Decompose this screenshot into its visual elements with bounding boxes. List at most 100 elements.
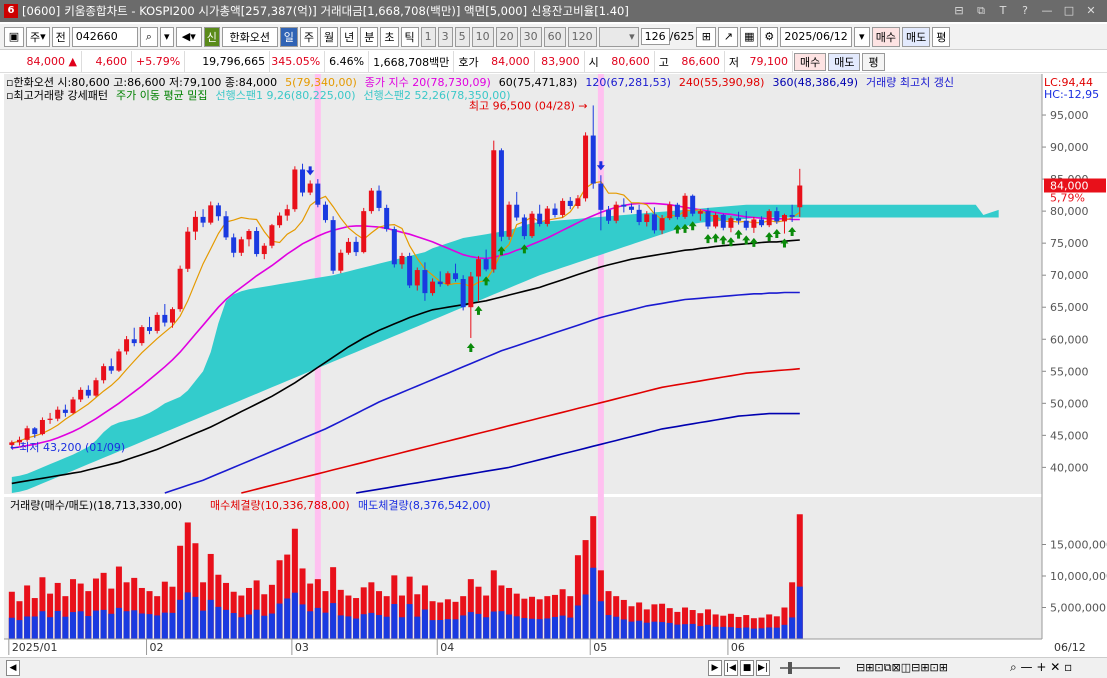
chart-settings-icon[interactable]: ▣ <box>4 26 24 47</box>
candle <box>338 249 344 274</box>
period-year[interactable]: 년 <box>340 26 359 47</box>
candle-body <box>521 217 527 237</box>
volume-sell-bar <box>177 599 184 639</box>
volume-sell-bar <box>314 607 321 639</box>
volume-bar <box>704 609 711 639</box>
candle-body <box>47 418 53 420</box>
change-percent: +5.79% <box>132 51 186 72</box>
credit-badge[interactable]: 신 <box>203 26 220 47</box>
volume-sell-bar <box>666 622 673 639</box>
last-page-button[interactable]: ▶| <box>756 660 770 676</box>
volume-sell-bar <box>70 612 77 639</box>
volume-tick-label: 15,000,000 <box>1050 539 1107 552</box>
candle-body <box>261 245 267 255</box>
calendar-icon[interactable]: ▾ <box>853 26 870 47</box>
period-day[interactable]: 일 <box>279 26 298 47</box>
minute-30[interactable]: 30 <box>519 26 542 47</box>
quote-buy-button[interactable]: 매수 <box>793 52 827 71</box>
speaker-icon[interactable]: ◀▾ <box>175 26 202 47</box>
volume-sell-bar <box>467 612 474 639</box>
minute-60[interactable]: 60 <box>543 26 566 47</box>
link-icon[interactable]: ⊟ <box>949 4 969 18</box>
help-icon[interactable]: ? <box>1015 4 1035 18</box>
volume-bar <box>689 610 696 639</box>
minute-custom-select[interactable]: ▾ <box>598 26 639 47</box>
volume-sell-bar <box>31 616 38 639</box>
current-price: 84,000 ▲ <box>0 51 82 72</box>
trade-amount: 1,668,708백만 <box>369 51 455 72</box>
minute-20[interactable]: 20 <box>495 26 518 47</box>
candle-body <box>575 198 581 206</box>
date-input[interactable]: 2025/06/12 <box>780 26 852 47</box>
minute-120[interactable]: 120 <box>567 26 597 47</box>
period-minute[interactable]: 분 <box>360 26 379 47</box>
volume-sell-bar <box>513 616 520 639</box>
period-week[interactable]: 주 <box>299 26 319 47</box>
stock-code-input[interactable]: 042660 <box>71 26 138 47</box>
eval-button[interactable]: 평 <box>932 26 951 47</box>
zoom-icon[interactable]: ⌕ — + ✕ ▫ <box>1010 660 1072 675</box>
stop-button[interactable]: ■ <box>740 660 754 676</box>
candle <box>154 312 160 334</box>
candle-body <box>674 204 680 217</box>
price-change: 4,600 <box>82 51 132 72</box>
zoom-thumb[interactable] <box>788 662 792 674</box>
close-icon[interactable]: ✕ <box>1081 4 1101 18</box>
buy-button[interactable]: 매수 <box>871 26 901 47</box>
volume-bar <box>299 568 306 639</box>
copy-window-icon[interactable]: ⧉ <box>971 4 991 18</box>
volume-bar <box>337 589 344 639</box>
minute-5[interactable]: 5 <box>454 26 470 47</box>
volume-bar <box>421 585 428 639</box>
volume-bar <box>245 587 252 639</box>
stock-code-dropdown[interactable]: ▾ <box>159 26 174 47</box>
gear-icon[interactable]: ⚙ <box>760 26 779 47</box>
volume-bar <box>62 596 69 639</box>
layout-icon[interactable]: ⊟⊞⊡⧉⊠◫⊟⊞⊡⊞ <box>856 661 948 675</box>
volume-bar <box>207 553 214 639</box>
scroll-left-button[interactable]: ◀ <box>6 660 20 676</box>
scroll-right-button[interactable]: ▶ <box>708 660 722 676</box>
indicator-icon[interactable]: ⊞ <box>696 26 717 47</box>
candle <box>70 396 76 415</box>
volume-bar <box>276 560 283 639</box>
maximize-icon[interactable]: □ <box>1059 4 1079 18</box>
market-type-select[interactable]: 주 ▾ <box>26 26 50 47</box>
candle-body <box>307 183 313 193</box>
bar-count-input[interactable]: 126/625 <box>640 27 694 47</box>
minute-3[interactable]: 3 <box>437 26 453 47</box>
volume-bar <box>475 586 482 639</box>
draw-tool-icon[interactable]: ↗ <box>718 26 739 47</box>
period-month[interactable]: 월 <box>320 26 339 47</box>
volume-sell-bar <box>345 616 352 639</box>
price-chart[interactable]: 최고 96,500 (04/28) →←최저 43,200 (01/09) 95… <box>0 73 1107 657</box>
period-tick[interactable]: 틱 <box>400 26 419 47</box>
bottom-scrollbar[interactable]: ◀ ▶ |◀ ■ ▶| ⊟⊞⊡⧉⊠◫⊟⊞⊡⊞ ⌕ — + ✕ ▫ <box>0 657 1107 678</box>
volume-sell-bar <box>337 615 344 639</box>
candle-body <box>238 239 244 253</box>
market-scope-select[interactable]: 전 <box>51 26 70 47</box>
quote-sell-button[interactable]: 매도 <box>828 52 861 71</box>
volume-sell-bar <box>261 615 268 639</box>
candle <box>682 193 688 219</box>
volume-sell-bar <box>559 615 566 639</box>
current-percent-label: 5,79% <box>1050 192 1085 205</box>
search-icon[interactable]: ⌕ <box>139 26 158 47</box>
minimize-icon[interactable]: — <box>1037 4 1057 18</box>
pin-icon[interactable]: T <box>993 4 1013 18</box>
candle <box>506 201 512 240</box>
candle-body <box>728 218 734 228</box>
volume-sell-bar <box>444 619 451 639</box>
quote-eval-button[interactable]: 평 <box>862 52 885 71</box>
month-label: 2025/01 <box>12 641 58 654</box>
sell-button[interactable]: 매도 <box>902 26 931 47</box>
legend-item: ▫한화오션 시:80,600 고:86,600 저:79,100 종:84,00… <box>6 76 277 89</box>
period-second[interactable]: 초 <box>380 26 399 47</box>
month-label: 02 <box>150 641 164 654</box>
minute-10[interactable]: 10 <box>471 26 494 47</box>
grid-icon[interactable]: ▦ <box>740 26 759 47</box>
volume-buy-label: 매수체결량(10,336,788,00) <box>210 499 350 512</box>
volume-sell-bar <box>276 603 283 639</box>
first-page-button[interactable]: |◀ <box>724 660 738 676</box>
minute-1[interactable]: 1 <box>420 26 436 47</box>
